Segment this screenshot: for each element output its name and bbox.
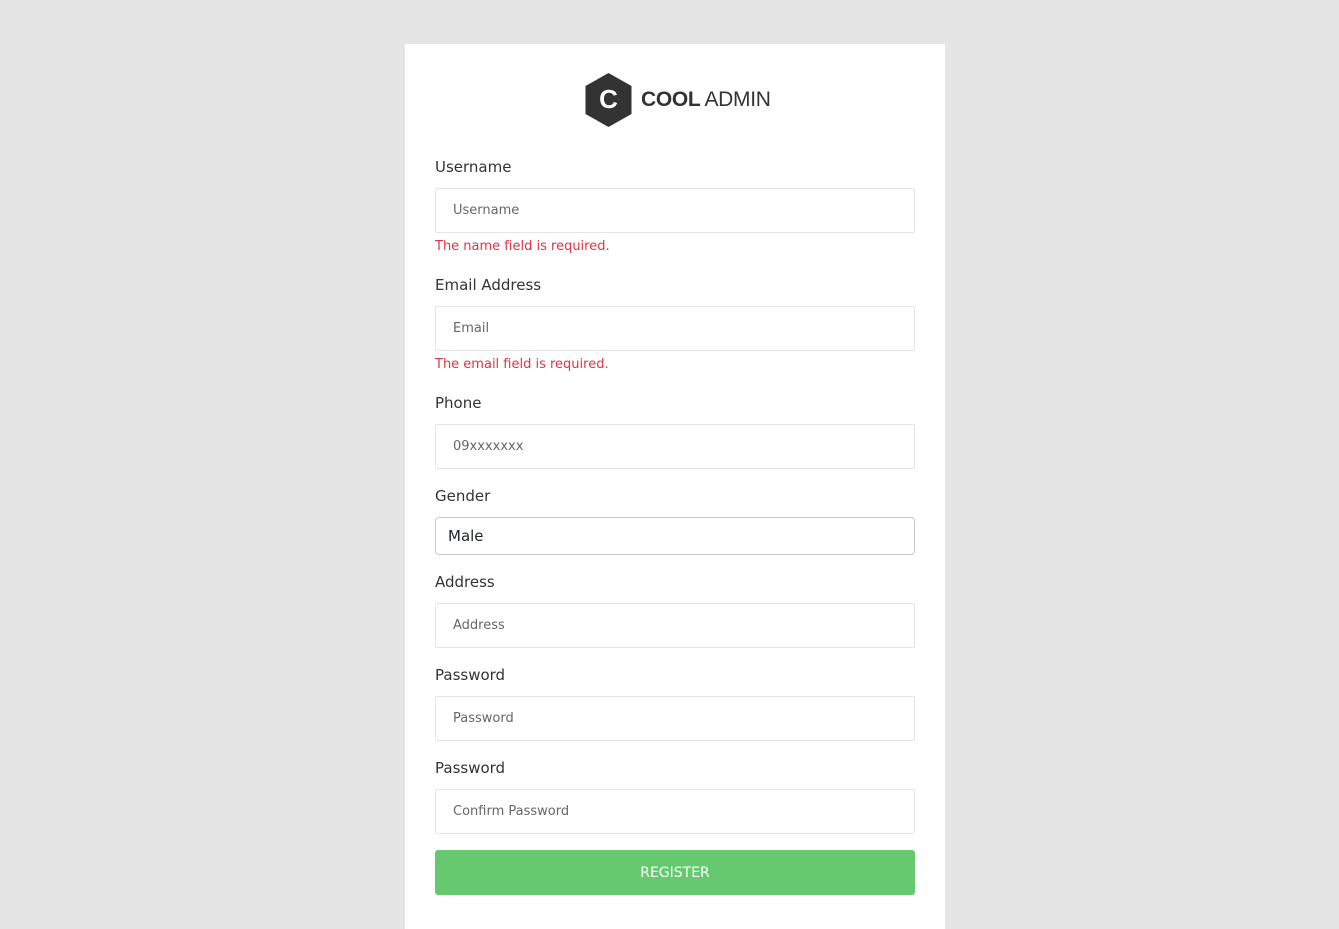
- username-error: The name field is required.: [435, 239, 610, 254]
- phone-input[interactable]: [435, 424, 915, 469]
- phone-label: Phone: [435, 394, 482, 412]
- password-input[interactable]: [435, 696, 915, 741]
- username-input[interactable]: [435, 188, 915, 233]
- hexagon-logo-icon: C: [585, 73, 632, 127]
- email-label: Email Address: [435, 276, 542, 294]
- confirm-password-label: Password: [435, 759, 506, 777]
- gender-label: Gender: [435, 487, 491, 505]
- logo-letter: C: [599, 84, 618, 114]
- confirm-password-input[interactable]: [435, 789, 915, 834]
- brand-name-bold: COOL: [641, 88, 701, 111]
- address-label: Address: [435, 573, 495, 591]
- email-error: The email field is required.: [435, 357, 609, 372]
- gender-select[interactable]: Male: [435, 517, 915, 555]
- password-label: Password: [435, 666, 506, 684]
- username-label: Username: [435, 158, 512, 176]
- address-input[interactable]: [435, 603, 915, 648]
- brand-name: COOL ADMIN: [641, 88, 771, 112]
- email-input[interactable]: [435, 306, 915, 351]
- gender-selected-value: Male: [448, 527, 484, 545]
- register-card: C COOLADMIN Username The name field is r…: [405, 44, 945, 929]
- brand-name-regular: ADMIN: [704, 88, 771, 111]
- register-button[interactable]: REGISTER: [435, 850, 915, 895]
- brand-logo[interactable]: C COOL ADMIN: [585, 73, 771, 127]
